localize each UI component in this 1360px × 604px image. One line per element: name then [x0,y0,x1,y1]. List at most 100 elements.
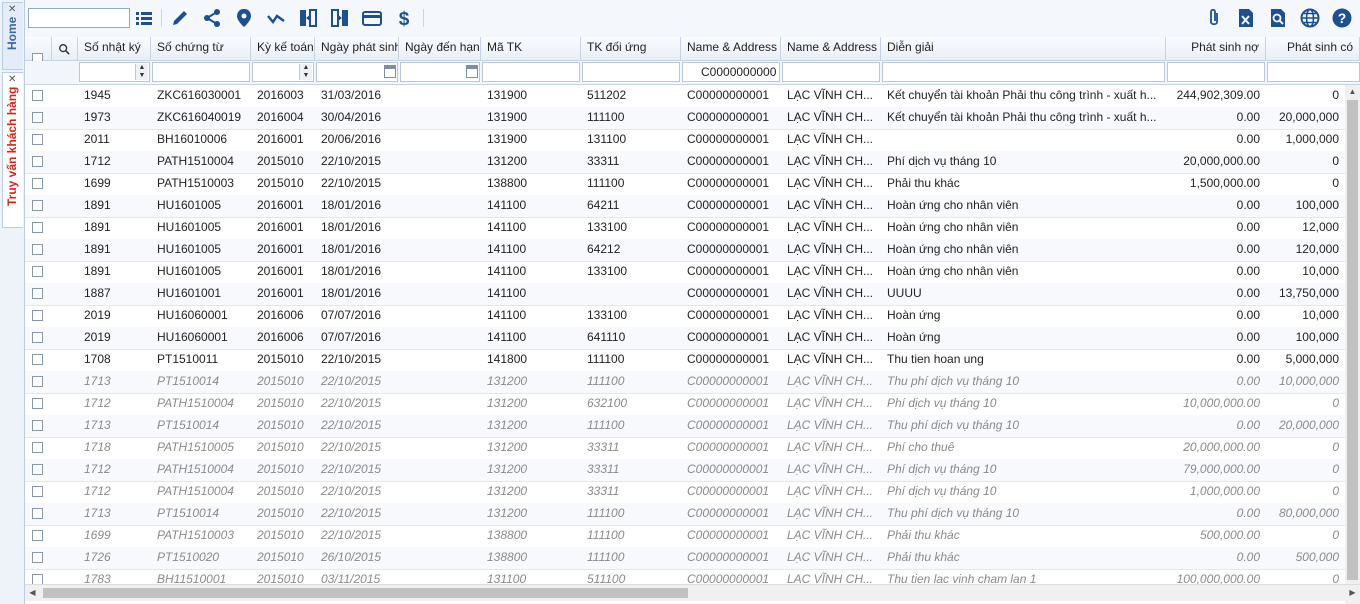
filter-input[interactable]: C0000000000 [682,62,780,82]
column-header[interactable]: Ngày phát sinh [315,37,399,60]
row-checkbox[interactable] [32,508,43,519]
filter-input[interactable] [316,62,398,82]
search-input[interactable] [28,8,130,28]
table-row[interactable]: 1891 HU1601005 2016001 18/01/2016 141100 6421… [25,239,1345,262]
excel-icon[interactable] [1235,7,1257,29]
table-row[interactable]: 1973 ZKC616040019 2016004 30/04/2016 131900 1… [25,107,1345,130]
table-row[interactable]: 1712 PATH1510004 2015010 22/10/2015 131200 33… [25,459,1345,482]
column-header[interactable]: Diễn giải [881,37,1166,60]
table-row[interactable]: 1887 HU1601001 2016001 18/01/2016 141100 C000… [25,283,1345,306]
row-checkbox[interactable] [32,310,43,321]
table-row[interactable]: 2019 HU16060001 2016006 07/07/2016 141100 641… [25,327,1345,350]
table-row[interactable]: 1699 PATH1510003 2015010 22/10/2015 138800 11… [25,525,1345,548]
column-header[interactable]: Số chứng từ [151,37,251,60]
calendar-icon[interactable] [466,65,478,78]
table-row[interactable]: 1718 PATH1510005 2015010 22/10/2015 131200 33… [25,437,1345,460]
row-checkbox[interactable] [32,244,43,255]
row-checkbox[interactable] [32,486,43,497]
table-row[interactable]: 1712 PATH1510004 2015010 22/10/2015 131200 33… [25,151,1345,174]
table-row[interactable]: 1891 HU1601005 2016001 18/01/2016 141100 6421… [25,195,1345,218]
filter-input[interactable]: ▲ ▼ [79,62,150,82]
filter-input[interactable] [1267,62,1360,82]
vertical-scrollbar[interactable]: ▲ ▼ [1345,85,1360,604]
row-checkbox[interactable] [32,420,43,431]
calendar-icon[interactable] [384,65,396,78]
row-checkbox[interactable] [32,398,43,409]
row-checkbox[interactable] [32,530,43,541]
close-icon[interactable]: ✕ [8,75,16,85]
header-search-cell[interactable] [52,37,78,60]
row-checkbox[interactable] [32,200,43,211]
dollar-icon[interactable]: $ [393,7,415,30]
column-header[interactable]: Name & Address [681,37,781,60]
row-checkbox[interactable] [32,376,43,387]
row-checkbox[interactable] [32,90,43,101]
row-checkbox[interactable] [32,112,43,123]
card-icon[interactable] [361,7,383,29]
filter-input[interactable] [582,62,680,82]
scroll-left-icon[interactable]: ◀ [25,585,40,601]
column-header[interactable]: Name & Address [781,37,881,60]
row-checkbox[interactable] [32,156,43,167]
row-checkbox[interactable] [32,266,43,277]
tab-truy-van-khach-hang[interactable]: ✕ Truy vấn khách hàng [2,72,23,228]
row-checkbox[interactable] [32,178,43,189]
preview-icon[interactable] [1267,7,1289,29]
row-checkbox[interactable] [32,464,43,475]
attachment-icon[interactable] [1203,7,1225,29]
location-icon[interactable] [233,7,255,29]
row-checkbox[interactable] [32,354,43,365]
table-row[interactable]: 1891 HU1601005 2016001 18/01/2016 141100 1331… [25,217,1345,240]
table-row[interactable]: 1713 PT1510014 2015010 22/10/2015 131200 1111… [25,415,1345,438]
edit-icon[interactable] [169,7,191,29]
transfer-right-icon[interactable] [329,7,351,29]
filter-input[interactable]: ▲ ▼ [252,62,314,82]
row-checkbox[interactable] [32,288,43,299]
column-header[interactable]: TK đối ứng [581,37,681,60]
table-row[interactable]: 1699 PATH1510003 2015010 22/10/2015 138800 11… [25,173,1345,196]
column-header[interactable]: Mã TK [481,37,581,60]
spinner[interactable]: ▲ ▼ [299,64,312,80]
column-header[interactable]: Phát sinh có [1266,37,1360,60]
list-icon[interactable] [133,7,155,29]
row-checkbox[interactable] [32,134,43,145]
column-header[interactable]: Kỳ kế toán [251,37,315,60]
table-row[interactable]: 2019 HU16060001 2016006 07/07/2016 141100 133… [25,305,1345,328]
help-icon[interactable]: ? [1331,7,1353,29]
column-header[interactable]: Phát sinh nợ [1166,37,1266,60]
globe-icon[interactable] [1299,7,1321,29]
close-icon[interactable]: ✕ [8,5,16,15]
table-row[interactable]: 1712 PATH1510004 2015010 22/10/2015 131200 33… [25,481,1345,504]
filter-input[interactable] [400,62,480,82]
filter-input[interactable] [1167,62,1265,82]
row-checkbox[interactable] [32,552,43,563]
share-icon[interactable] [201,7,223,29]
filter-input[interactable] [152,62,250,82]
filter-input[interactable] [782,62,880,82]
column-header[interactable]: Ngày đến hạn [399,37,481,60]
scroll-thumb[interactable] [43,588,688,598]
table-row[interactable]: 1713 PT1510014 2015010 22/10/2015 131200 1111… [25,503,1345,526]
filter-input[interactable] [482,62,580,82]
table-row[interactable]: 1708 PT1510011 2015010 22/10/2015 141800 1111… [25,349,1345,372]
transfer-left-icon[interactable] [297,7,319,29]
tab-home[interactable]: ✕ Home [2,2,23,70]
scroll-thumb[interactable] [1347,100,1358,580]
filter-input[interactable] [882,62,1165,82]
table-row[interactable]: 1712 PATH1510004 2015010 22/10/2015 131200 63… [25,393,1345,416]
horizontal-scrollbar[interactable]: ◀ ▶ [25,584,1360,601]
search-icon[interactable] [58,43,70,55]
table-row[interactable]: 2011 BH16010006 2016001 20/06/2016 131900 131… [25,129,1345,152]
table-row[interactable]: 1713 PT1510014 2015010 22/10/2015 131200 1111… [25,371,1345,394]
table-row[interactable]: 1945 ZKC616030001 2016003 31/03/2016 131900 5… [25,85,1345,108]
check-icon[interactable] [265,7,287,29]
spinner[interactable]: ▲ ▼ [135,64,148,80]
row-checkbox[interactable] [32,222,43,233]
column-header[interactable]: Số nhật ký [78,37,151,60]
table-row[interactable]: 1891 HU1601005 2016001 18/01/2016 141100 1331… [25,261,1345,284]
scroll-right-icon[interactable]: ▶ [1345,585,1360,601]
table-row[interactable]: 1726 PT1510020 2015010 26/10/2015 138800 1111… [25,547,1345,570]
row-checkbox[interactable] [32,332,43,343]
scroll-up-icon[interactable]: ▲ [1345,85,1360,99]
row-checkbox[interactable] [32,442,43,453]
